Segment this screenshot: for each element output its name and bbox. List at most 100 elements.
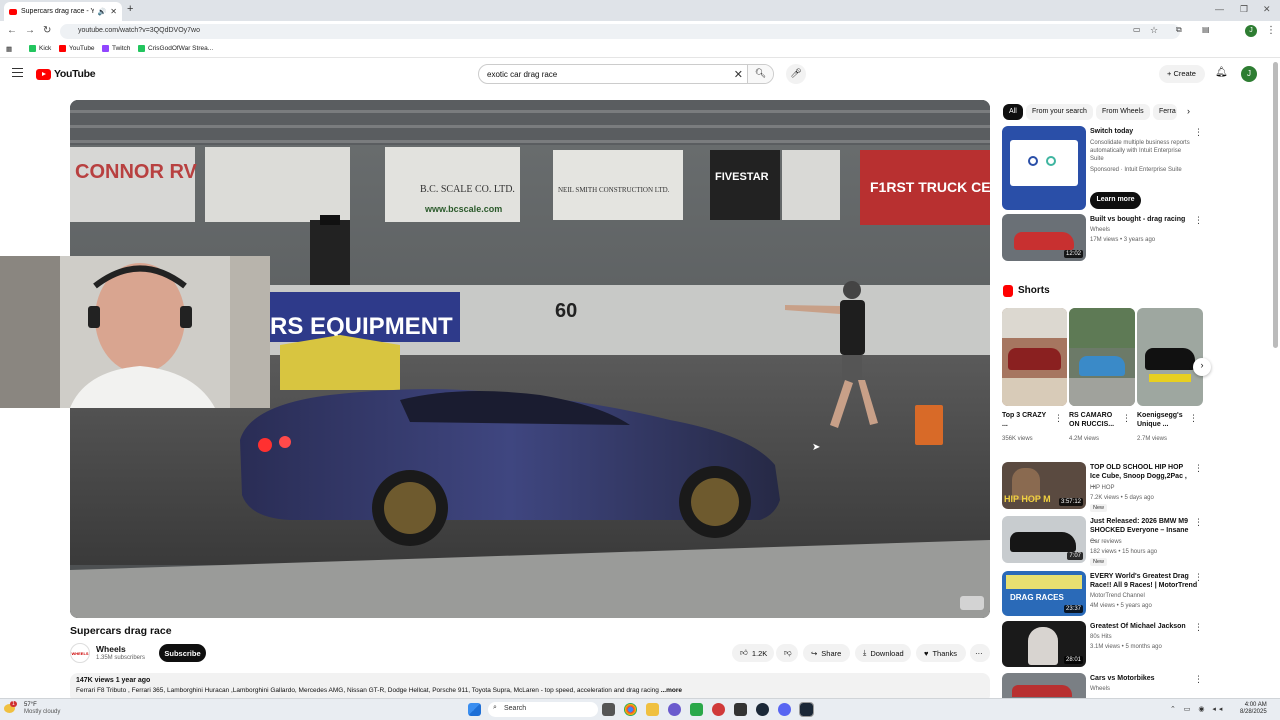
address-bar[interactable]: youtube.com/watch?v=3QQdDVOy7wo (60, 24, 1180, 39)
short-thumbnail[interactable] (1137, 308, 1203, 406)
video-menu-icon[interactable]: ⋮ (1194, 572, 1203, 583)
thanks-button[interactable]: ♥ Thanks (916, 644, 966, 662)
profile-avatar[interactable]: J (1245, 25, 1257, 37)
dislike-button[interactable]: 👎︎ (776, 644, 798, 662)
restore-icon[interactable]: ❐ (1240, 4, 1248, 15)
new-tab-button[interactable]: + (127, 3, 133, 15)
bookmark-crisgodofwar[interactable]: CrisGodOfWar Strea... (138, 45, 213, 52)
channel-name[interactable]: Wheels (96, 644, 126, 654)
related-title[interactable]: Cars vs Motorbikes (1090, 674, 1194, 683)
hamburger-menu-icon[interactable] (12, 68, 23, 77)
chip-from-your-search[interactable]: From your search (1026, 104, 1093, 120)
create-button[interactable]: + Create (1159, 65, 1205, 83)
reload-icon[interactable]: ↻ (43, 25, 51, 36)
back-icon[interactable]: ← (7, 25, 17, 36)
system-tray[interactable]: ⌃ ▭ ◉ ◂◂ (1170, 705, 1225, 713)
steam-active-icon[interactable] (799, 702, 814, 717)
like-button[interactable]: 👍︎ 1.2K (732, 644, 774, 662)
menu-dots-icon[interactable]: ⋮ (1266, 25, 1276, 36)
app-icon[interactable] (712, 703, 725, 716)
taskbar-clock[interactable]: 4:00 AM 8/28/2025 (1240, 702, 1267, 716)
search-input[interactable]: exotic car drag race ✕ 🔍︎ (478, 64, 774, 84)
show-more-link[interactable]: ...more (661, 687, 682, 694)
related-thumbnail[interactable] (1002, 673, 1086, 698)
related-title[interactable]: Built vs bought - drag racing (1090, 215, 1194, 224)
chip-from-wheels[interactable]: From Wheels (1096, 104, 1150, 120)
speaker-icon[interactable]: 🔊 (98, 8, 107, 16)
related-channel[interactable]: 80s Hits (1090, 633, 1112, 641)
subscribe-button[interactable]: Subscribe (159, 644, 206, 662)
discord-icon[interactable] (778, 703, 791, 716)
sidepanel-icon[interactable]: ▤ (1202, 25, 1210, 34)
task-view-icon[interactable] (602, 703, 615, 716)
download-button[interactable]: ⤓ Download (855, 644, 911, 662)
chips-next-icon[interactable]: › (1187, 106, 1190, 116)
short-thumbnail[interactable] (1002, 308, 1067, 406)
ad-title[interactable]: Switch today (1090, 127, 1194, 136)
tab-close-icon[interactable]: ✕ (110, 7, 117, 16)
related-meta: 7.2K views • 5 days ago (1090, 495, 1154, 501)
chip-ferrari[interactable]: Ferra (1153, 104, 1177, 120)
browser-tab[interactable]: Supercars drag race - YouTube 🔊 ✕ (4, 2, 122, 21)
video-menu-icon[interactable]: ⋮ (1194, 674, 1203, 685)
ad-thumbnail[interactable] (1002, 126, 1086, 210)
more-actions-button[interactable]: ⋯ (970, 644, 990, 662)
related-thumbnail[interactable]: 28:01 (1002, 621, 1086, 667)
chrome-icon[interactable] (624, 703, 637, 716)
related-channel[interactable]: Car reviews (1090, 538, 1122, 546)
short-title[interactable]: Top 3 CRAZY ... (1002, 411, 1052, 429)
app-icon[interactable] (690, 703, 703, 716)
chip-all[interactable]: All (1003, 104, 1023, 120)
video-menu-icon[interactable]: ⋮ (1194, 622, 1203, 633)
weather-widget[interactable]: 1 (4, 701, 18, 716)
windows-start-icon[interactable] (468, 703, 481, 716)
page-scrollbar[interactable] (1273, 62, 1278, 348)
video-menu-icon[interactable]: ⋮ (1194, 517, 1203, 528)
cast-icon[interactable]: ▭ (1133, 25, 1141, 34)
extensions-icon[interactable]: ⧉ (1176, 25, 1182, 35)
ad-menu-icon[interactable]: ⋮ (1194, 127, 1203, 138)
related-thumbnail[interactable]: 7:07 (1002, 516, 1086, 563)
steam-icon[interactable] (756, 703, 769, 716)
related-title[interactable]: EVERY World's Greatest Drag Race!! All 9… (1090, 572, 1200, 590)
youtube-logo[interactable]: YouTube (36, 68, 96, 80)
channel-avatar[interactable]: WHEELS (70, 643, 90, 663)
related-thumbnail[interactable]: HIP HOP M 3:57:12 (1002, 462, 1086, 509)
notifications-bell-icon[interactable]: 🔔︎ (1215, 67, 1228, 78)
bookmark-kick[interactable]: Kick (29, 45, 51, 52)
voice-search-button[interactable]: 🎤︎ (786, 64, 806, 84)
related-channel[interactable]: Wheels (1090, 226, 1110, 234)
short-menu-icon[interactable]: ⋮ (1054, 413, 1063, 424)
related-title[interactable]: Greatest Of Michael Jackson (1090, 622, 1194, 631)
short-thumbnail[interactable] (1069, 308, 1135, 406)
bookmark-star-icon[interactable]: ☆ (1150, 25, 1158, 36)
apps-grid-icon[interactable]: ▦ (6, 45, 12, 53)
ad-learn-more-button[interactable]: Learn more (1090, 192, 1141, 209)
related-thumbnail[interactable]: DRAG RACES 23:37 (1002, 571, 1086, 616)
forward-icon[interactable]: → (25, 25, 35, 36)
bookmark-twitch[interactable]: Twitch (102, 45, 130, 52)
video-menu-icon[interactable]: ⋮ (1194, 215, 1203, 226)
window-close-icon[interactable]: ✕ (1263, 4, 1271, 15)
short-menu-icon[interactable]: ⋮ (1189, 413, 1198, 424)
bookmark-youtube[interactable]: YouTube (59, 45, 95, 52)
short-title[interactable]: Koenigsegg's Unique ... (1137, 411, 1189, 429)
related-channel[interactable]: Wheels (1090, 685, 1110, 693)
shorts-next-button[interactable]: › (1193, 358, 1211, 376)
related-thumbnail[interactable]: 12:02 (1002, 214, 1086, 261)
clear-search-icon[interactable]: ✕ (734, 68, 743, 81)
short-menu-icon[interactable]: ⋮ (1122, 413, 1131, 424)
share-button[interactable]: ↪ Share (803, 644, 850, 662)
related-channel[interactable]: HIP HOP (1090, 484, 1115, 492)
taskbar-search[interactable]: ⌕ Search (488, 702, 598, 717)
app-icon[interactable] (668, 703, 681, 716)
file-explorer-icon[interactable] (646, 703, 659, 716)
short-title[interactable]: RS CAMARO ON RUCCIS... (1069, 411, 1121, 429)
related-channel[interactable]: MotorTrend Channel (1090, 592, 1145, 600)
weather-text[interactable]: 57°F Mostly cloudy (24, 702, 60, 716)
minimize-icon[interactable]: — (1215, 4, 1224, 14)
video-menu-icon[interactable]: ⋮ (1194, 463, 1203, 474)
search-button[interactable]: 🔍︎ (747, 65, 773, 83)
account-avatar[interactable]: J (1241, 66, 1257, 82)
app-icon[interactable] (734, 703, 747, 716)
